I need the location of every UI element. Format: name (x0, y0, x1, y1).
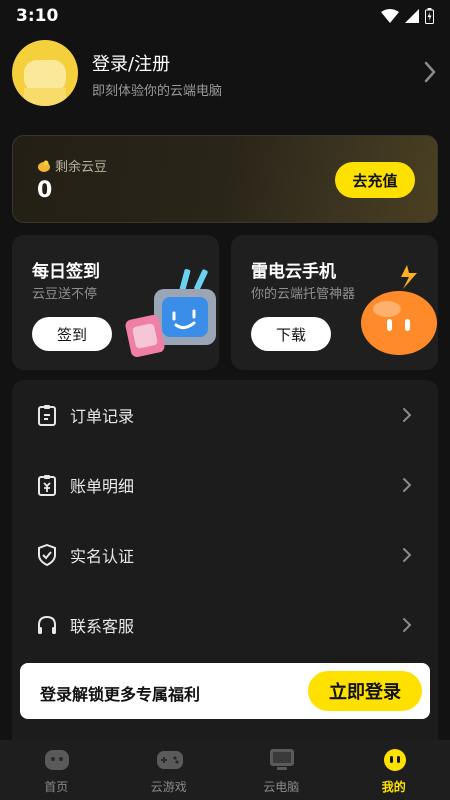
tab-label: 首页 (44, 780, 69, 794)
profile-header[interactable]: 登录/注册 即刻体验你的云端电脑 (12, 40, 438, 106)
tab-cloud-games[interactable]: 云游戏 (113, 740, 226, 800)
menu-item-label: 实名认证 (70, 547, 135, 566)
profile-subtitle: 即刻体验你的云端电脑 (92, 84, 223, 99)
tab-label: 云电脑 (263, 780, 300, 794)
menu-item-support[interactable]: 联系客服 (12, 590, 438, 660)
tv-robot-illustration (125, 269, 216, 358)
orange-mascot-illustration (361, 265, 437, 355)
promo-title: 每日签到 (32, 262, 100, 282)
balance-value: 0 (37, 178, 53, 203)
promo-subtitle: 云豆送不停 (32, 287, 98, 302)
bill-icon (38, 475, 56, 496)
tab-cloud-pc[interactable]: 云电脑 (225, 740, 338, 800)
chevron-right-icon (403, 478, 412, 492)
shield-check-icon (38, 544, 56, 566)
balance-card: 剩余云豆 0 去充值 (12, 135, 438, 223)
chevron-right-icon[interactable] (422, 60, 438, 84)
balance-label-row: 剩余云豆 (37, 156, 107, 175)
bottom-tab-bar: 首页 云游戏 云电脑 我的 (0, 740, 450, 800)
tab-label: 云游戏 (150, 780, 187, 794)
headset-icon (38, 615, 56, 634)
menu-item-verification[interactable]: 实名认证 (12, 520, 438, 590)
monitor-icon (270, 749, 294, 770)
cloud-phone-card[interactable]: 雷电云手机 你的云端托管神器 下载 (231, 235, 438, 370)
status-time: 3:10 (16, 6, 59, 26)
chevron-right-icon (403, 548, 412, 562)
bean-icon (38, 160, 50, 172)
login-now-button[interactable]: 立即登录 (308, 671, 422, 711)
status-icons (381, 8, 434, 24)
status-bar: 3:10 (0, 0, 450, 32)
promo-subtitle: 你的云端托管神器 (251, 287, 356, 302)
battery-icon (425, 8, 434, 24)
menu-item-bills[interactable]: 账单明细 (12, 450, 438, 520)
checkin-button[interactable]: 签到 (32, 317, 112, 351)
mascot-icon (383, 749, 406, 771)
tab-home[interactable]: 首页 (0, 740, 113, 800)
balance-label: 剩余云豆 (55, 160, 108, 175)
wifi-icon (381, 9, 399, 23)
avatar[interactable] (12, 40, 78, 106)
chevron-right-icon (403, 618, 412, 632)
login-banner: 登录解锁更多专属福利 立即登录 (20, 663, 430, 719)
menu-item-label: 账单明细 (70, 477, 135, 496)
login-register-link[interactable]: 登录/注册 (92, 50, 170, 76)
daily-checkin-card[interactable]: 每日签到 云豆送不停 签到 (12, 235, 219, 370)
tab-label: 我的 (381, 780, 406, 794)
tab-mine[interactable]: 我的 (338, 740, 450, 800)
signal-icon (405, 9, 419, 23)
menu-item-label: 联系客服 (70, 617, 135, 636)
promo-title: 雷电云手机 (251, 262, 336, 282)
chevron-right-icon (403, 408, 412, 422)
clipboard-icon (38, 405, 56, 426)
menu-item-label: 订单记录 (70, 407, 135, 426)
home-icon (45, 750, 69, 770)
download-button[interactable]: 下载 (251, 317, 331, 351)
menu-item-orders[interactable]: 订单记录 (12, 380, 438, 450)
recharge-button[interactable]: 去充值 (335, 162, 415, 198)
login-banner-text: 登录解锁更多专属福利 (40, 685, 201, 704)
gamepad-icon (156, 751, 183, 769)
